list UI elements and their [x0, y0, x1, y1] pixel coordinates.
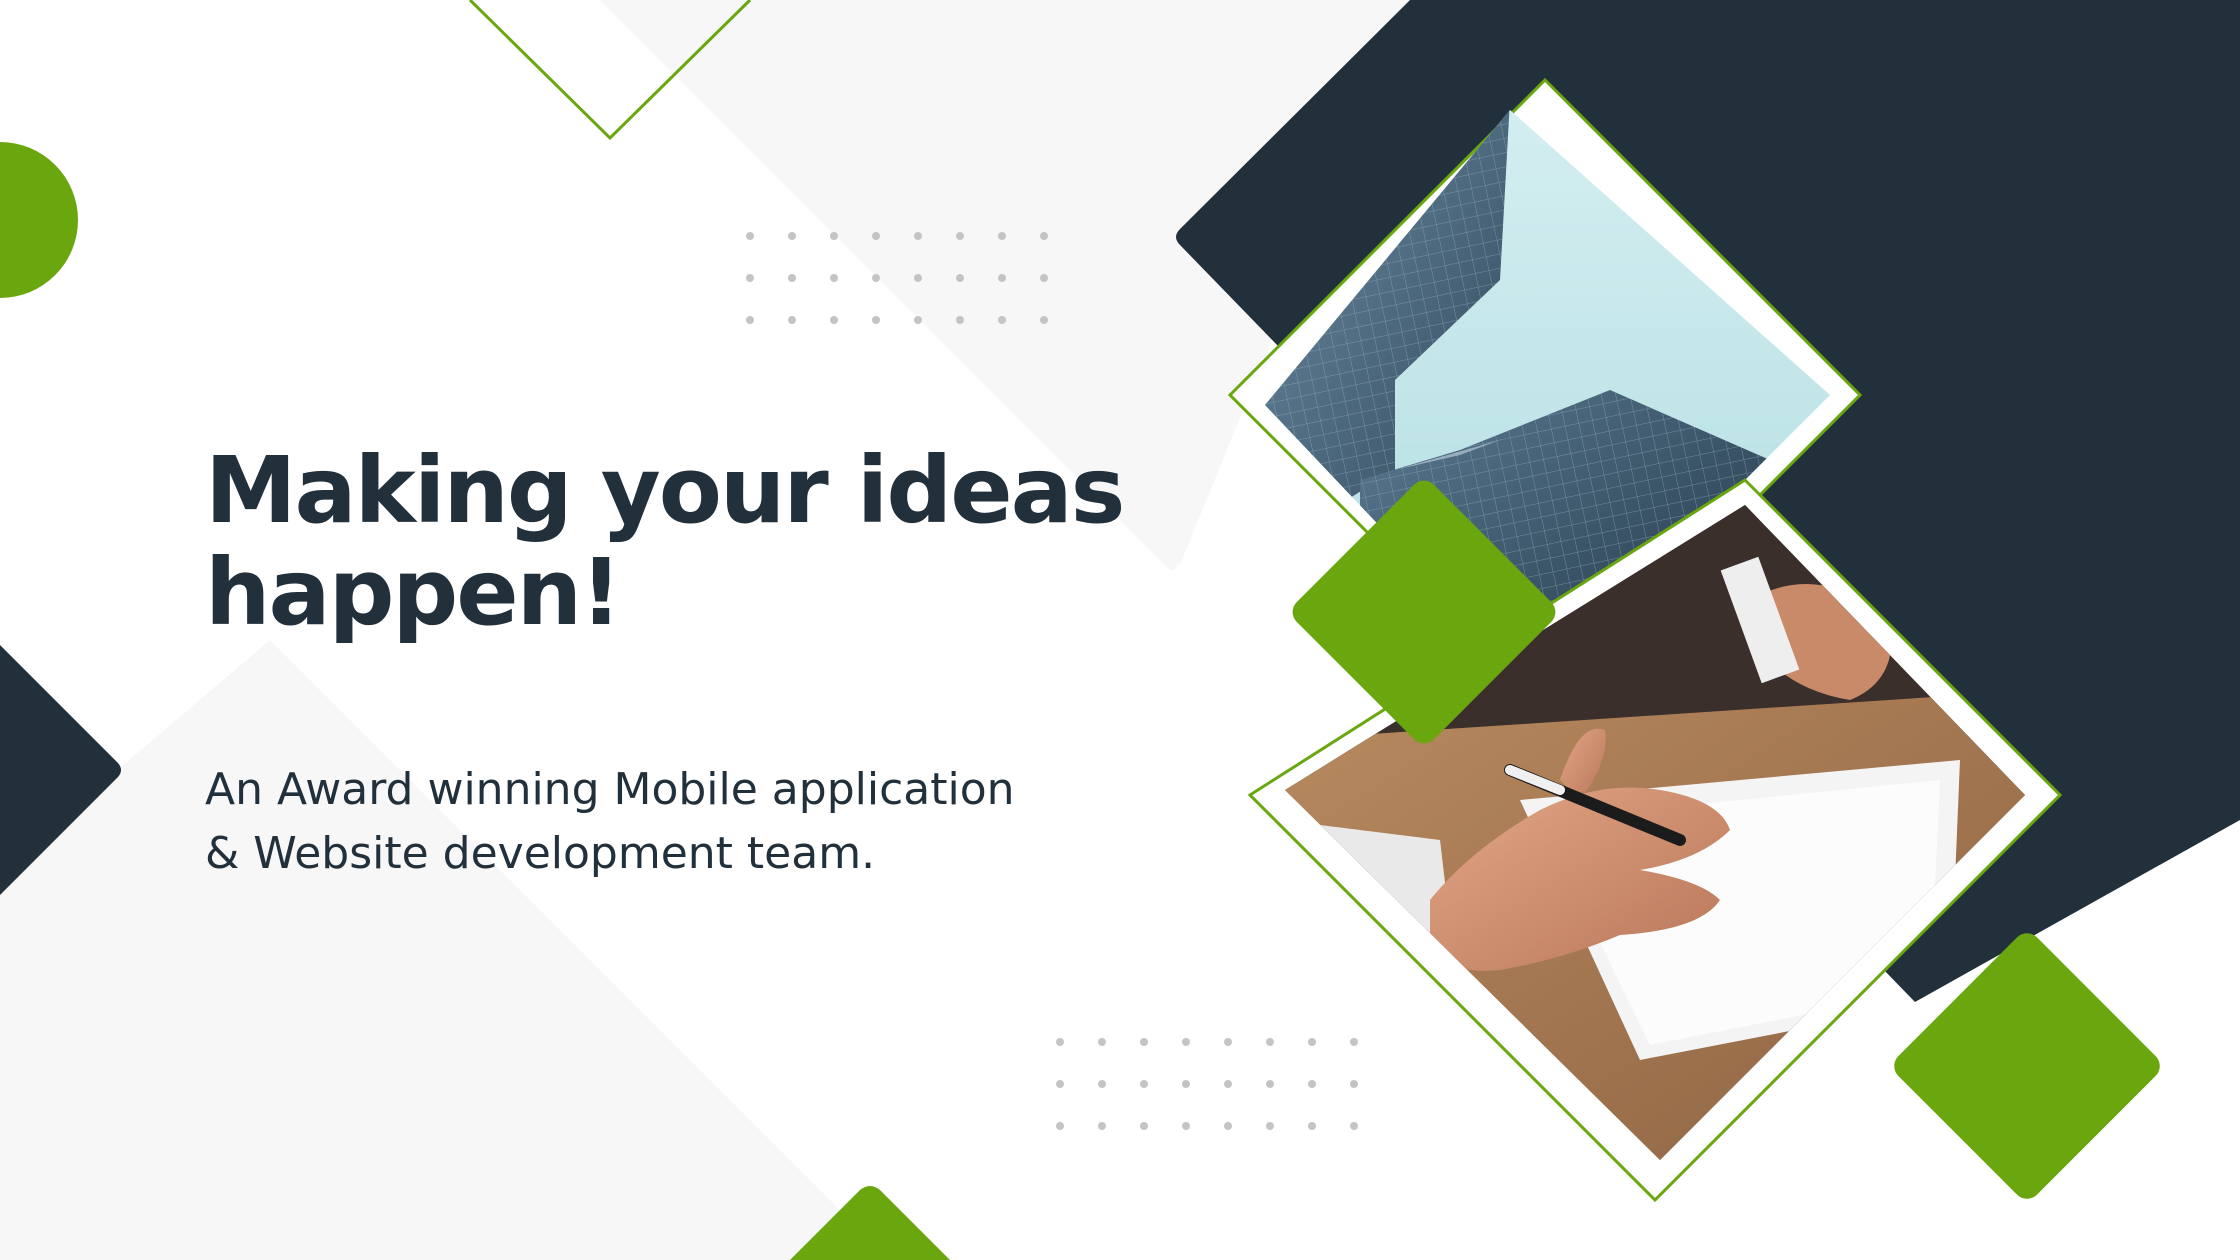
decorative-dot — [830, 316, 838, 324]
decorative-dot — [788, 232, 796, 240]
decorative-dot — [914, 316, 922, 324]
headline: Making your ideas happen! — [205, 437, 1125, 646]
decorative-dot — [1224, 1122, 1232, 1130]
decorative-dot — [1308, 1122, 1316, 1130]
decorative-dot — [956, 232, 964, 240]
decorative-dot — [914, 232, 922, 240]
decorative-dot — [1350, 1122, 1358, 1130]
decorative-dot — [788, 274, 796, 282]
decorative-dot — [1266, 1038, 1274, 1046]
headline-line-1: Making your ideas — [205, 437, 1125, 544]
decorative-dot — [1182, 1080, 1190, 1088]
decorative-dot — [788, 316, 796, 324]
decorative-dot — [1056, 1038, 1064, 1046]
decorative-dot — [1040, 232, 1048, 240]
decorative-dot — [1140, 1122, 1148, 1130]
decorative-dot — [1182, 1038, 1190, 1046]
decorative-dot — [1098, 1080, 1106, 1088]
decorative-dot — [1224, 1038, 1232, 1046]
decorative-dot — [914, 274, 922, 282]
dot-grid-bottom — [1056, 1038, 1358, 1130]
decorative-dot — [1224, 1080, 1232, 1088]
decorative-dot — [1040, 316, 1048, 324]
decorative-dot — [1350, 1080, 1358, 1088]
decorative-dot — [830, 232, 838, 240]
decorative-dot — [1308, 1038, 1316, 1046]
decorative-dot — [1266, 1122, 1274, 1130]
decorative-dot — [956, 316, 964, 324]
decorative-dot — [872, 232, 880, 240]
decorative-dot — [1098, 1038, 1106, 1046]
decorative-dot — [746, 316, 754, 324]
decorative-dot — [872, 274, 880, 282]
decorative-dot — [1350, 1038, 1358, 1046]
decorative-dot — [872, 316, 880, 324]
subheadline-line-2: & Website development team. — [205, 828, 876, 879]
decorative-dot — [1056, 1122, 1064, 1130]
decorative-dot — [998, 232, 1006, 240]
subheadline-line-1: An Award winning Mobile application — [205, 764, 1015, 815]
decorative-dot — [998, 274, 1006, 282]
decorative-dot — [956, 274, 964, 282]
decorative-dot — [1040, 274, 1048, 282]
decorative-dot — [746, 232, 754, 240]
decorative-dot — [1140, 1080, 1148, 1088]
headline-line-2: happen! — [205, 539, 622, 646]
decorative-dot — [1140, 1038, 1148, 1046]
subheadline: An Award winning Mobile application & We… — [205, 758, 1105, 886]
decorative-dot — [746, 274, 754, 282]
green-circle — [0, 142, 78, 298]
slide-canvas: Making your ideas happen! An Award winni… — [0, 0, 2240, 1260]
decorative-dot — [830, 274, 838, 282]
decorative-dot — [1266, 1080, 1274, 1088]
decorative-dot — [1182, 1122, 1190, 1130]
decorative-dot — [1056, 1080, 1064, 1088]
decorative-dot — [998, 316, 1006, 324]
decorative-dot — [1308, 1080, 1316, 1088]
decorative-dot — [1098, 1122, 1106, 1130]
light-band-bottom — [0, 640, 890, 1260]
